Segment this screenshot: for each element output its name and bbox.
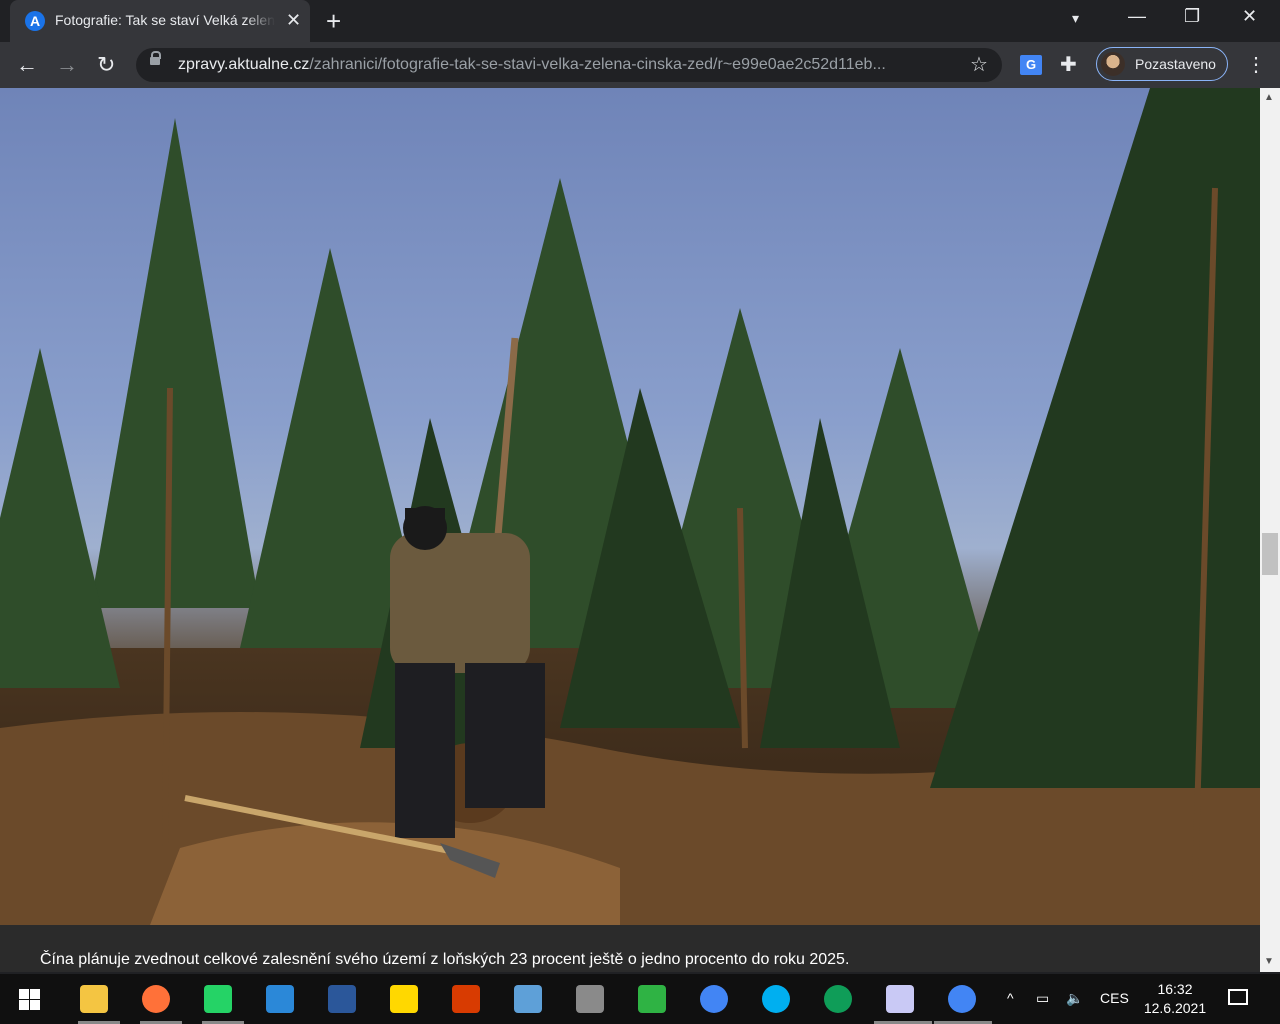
settings-app-icon[interactable] <box>514 985 542 1013</box>
browser-menu-icon[interactable]: ⋮ <box>1246 52 1266 77</box>
file-explorer-icon[interactable] <box>80 985 108 1013</box>
back-button[interactable]: ← <box>16 52 38 78</box>
article-photo <box>0 88 1260 925</box>
windows-start-icon[interactable] <box>19 989 40 1010</box>
translate-extension-icon[interactable]: G <box>1020 55 1042 75</box>
tray-chevron-icon[interactable]: ^ <box>1007 990 1014 1006</box>
url-text[interactable]: zpravy.aktualne.cz/zahranici/fotografie-… <box>178 56 968 74</box>
forest-planting-illustration <box>0 88 1260 925</box>
volume-icon[interactable]: 🔈 <box>1066 990 1083 1007</box>
minimize-button[interactable]: — <box>1128 6 1146 27</box>
close-window-button[interactable]: ✕ <box>1242 6 1257 27</box>
tab-strip: A Fotografie: Tak se staví Velká zelená … <box>0 0 1280 42</box>
page-scrollbar[interactable]: ▲ ▼ <box>1260 88 1280 972</box>
tab-active[interactable]: A Fotografie: Tak se staví Velká zelená … <box>10 0 310 42</box>
edge-icon[interactable] <box>824 985 852 1013</box>
office-icon[interactable] <box>452 985 480 1013</box>
calculator-icon[interactable] <box>576 985 604 1013</box>
url-path: /zahranici/fotografie-tak-se-stavi-velka… <box>309 56 886 73</box>
new-tab-button[interactable]: + <box>326 6 341 37</box>
avatar <box>1101 52 1125 76</box>
address-bar[interactable]: zpravy.aktualne.cz/zahranici/fotografie-… <box>136 48 1002 82</box>
tab-search-icon[interactable]: ▾ <box>1072 10 1079 27</box>
language-indicator[interactable]: CES <box>1100 990 1129 1006</box>
bookmark-star-icon[interactable]: ☆ <box>970 52 988 77</box>
forward-button[interactable]: → <box>56 52 78 78</box>
sticky-notes-icon[interactable] <box>390 985 418 1013</box>
chrome-active-icon[interactable] <box>948 985 976 1013</box>
tab-title: Fotografie: Tak se staví Velká zelená čí… <box>55 12 275 28</box>
close-tab-icon[interactable]: ✕ <box>286 10 301 31</box>
resource-monitor-icon[interactable] <box>638 985 666 1013</box>
profile-button[interactable]: Pozastaveno <box>1096 47 1228 81</box>
messages-icon[interactable] <box>204 985 232 1013</box>
scroll-down-icon[interactable]: ▼ <box>1264 956 1274 967</box>
scroll-up-icon[interactable]: ▲ <box>1264 92 1274 103</box>
reload-button[interactable]: ↻ <box>97 52 115 78</box>
clock-date: 12.6.2021 <box>1143 1000 1207 1016</box>
clock-time: 16:32 <box>1157 981 1193 997</box>
word-icon[interactable] <box>328 985 356 1013</box>
windows-taskbar: ^ ▭ 🔈 CES 16:32 12.6.2021 <box>0 974 1280 1024</box>
restore-button[interactable]: ❐ <box>1184 6 1200 27</box>
network-icon[interactable]: ▭ <box>1036 990 1049 1007</box>
profile-label: Pozastaveno <box>1135 56 1216 72</box>
page-content: Čína plánuje zvednout celkové zalesnění … <box>0 88 1260 972</box>
aktualne-favicon-icon: A <box>25 11 45 31</box>
chrome-icon[interactable] <box>700 985 728 1013</box>
extensions-puzzle-icon[interactable]: ✚ <box>1060 52 1077 77</box>
lock-icon[interactable] <box>150 51 161 65</box>
url-host: zpravy.aktualne.cz <box>178 56 310 73</box>
skype-icon[interactable] <box>762 985 790 1013</box>
photo-caption: Čína plánuje zvednout celkové zalesnění … <box>40 951 850 968</box>
notifications-icon[interactable] <box>1228 989 1248 1005</box>
paint-icon[interactable] <box>886 985 914 1013</box>
worker-figure <box>390 506 545 838</box>
scroll-thumb[interactable] <box>1262 533 1278 575</box>
phone-app-icon[interactable] <box>266 985 294 1013</box>
firefox-icon[interactable] <box>142 985 170 1013</box>
taskbar-clock[interactable]: 16:32 12.6.2021 <box>1140 980 1210 1018</box>
browser-toolbar: ← → ↻ zpravy.aktualne.cz/zahranici/fotog… <box>0 42 1280 88</box>
